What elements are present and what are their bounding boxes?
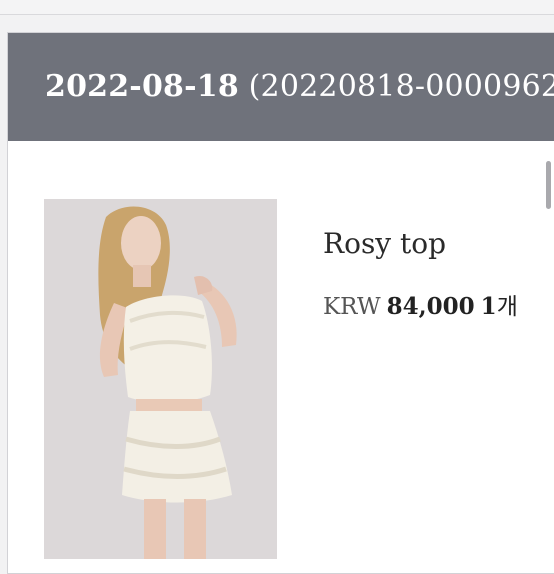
quantity-unit: 개 xyxy=(496,294,518,320)
quantity-value: 1 xyxy=(480,293,497,320)
product-image[interactable] xyxy=(44,199,277,559)
quantity: 1개 xyxy=(480,293,518,320)
price-line: KRW 84,000 1개 xyxy=(323,287,518,321)
scrollbar[interactable] xyxy=(546,161,551,209)
price-amount: 84,000 xyxy=(386,293,475,320)
order-header[interactable]: 2022-08-18 (20220818-0000962) xyxy=(8,33,554,141)
order-number: (20220818-0000962) xyxy=(248,69,554,104)
product-photo-icon xyxy=(44,199,277,559)
order-title: 2022-08-18 (20220818-0000962) xyxy=(45,69,554,104)
order-date: 2022-08-18 xyxy=(45,69,239,104)
price-currency: KRW xyxy=(323,294,381,320)
order-card: 2022-08-18 (20220818-0000962) Rosy top K… xyxy=(7,32,554,574)
top-strip xyxy=(0,0,554,15)
product-name[interactable]: Rosy top xyxy=(323,227,446,260)
